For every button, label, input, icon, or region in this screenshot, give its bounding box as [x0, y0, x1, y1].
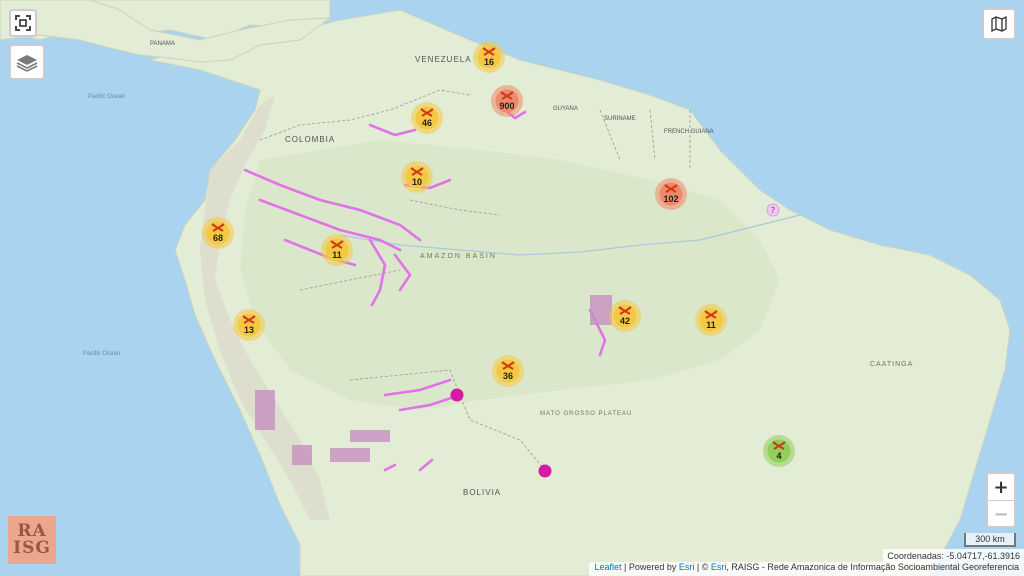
zoom-out-button[interactable]: − [988, 501, 1014, 527]
attribution-text: , RAISG - Rede Amazonica de Informação S… [726, 562, 1019, 572]
cluster-marker[interactable]: 11 [321, 234, 353, 266]
country-label-panama: PANAMA [150, 41, 175, 47]
attribution-sep: | © [694, 562, 711, 572]
zoom-control: + − [986, 472, 1016, 528]
cluster-count: 46 [422, 118, 432, 128]
cluster-count: 42 [620, 316, 630, 326]
ocean-label-pacific: Pacific Ocean [88, 94, 125, 100]
country-label-colombia: COLOMBIA [285, 135, 335, 144]
cluster-count: 68 [213, 233, 223, 243]
attribution-sep: | Powered by [621, 562, 679, 572]
unknown-marker[interactable]: ? [766, 203, 780, 217]
basemap-button[interactable] [982, 8, 1016, 40]
logo-line2: ISG [13, 538, 51, 558]
location-dot[interactable] [450, 388, 464, 402]
cluster-count: 16 [484, 57, 494, 67]
cluster-count: 10 [412, 177, 422, 187]
esri-link[interactable]: Esri [679, 562, 695, 572]
raisg-logo: RA ISG [8, 516, 56, 564]
esri-link-2[interactable]: Esri [711, 562, 727, 572]
attribution-bar: Leaflet | Powered by Esri | © Esri, RAIS… [589, 562, 1024, 576]
fullscreen-button[interactable] [9, 9, 37, 37]
cluster-marker[interactable]: 4 [763, 435, 795, 467]
country-label-suriname: SURINAME [604, 116, 636, 122]
cluster-count: 900 [499, 101, 514, 111]
cluster-count: 11 [706, 320, 716, 330]
layers-icon [16, 55, 38, 72]
cluster-count: 102 [663, 194, 678, 204]
zoom-in-button[interactable]: + [988, 474, 1014, 501]
cluster-marker[interactable]: 42 [609, 300, 641, 332]
cluster-marker[interactable]: 13 [233, 309, 265, 341]
cluster-count: 13 [244, 325, 254, 335]
layers-button[interactable] [9, 44, 45, 80]
map-canvas[interactable]: VENEZUELA COLOMBIA GUYANA SURINAME FRENC… [0, 0, 1024, 576]
cluster-marker[interactable]: 900 [491, 85, 523, 117]
cluster-marker[interactable]: 10 [401, 161, 433, 193]
cluster-marker[interactable]: 68 [202, 217, 234, 249]
cluster-count: 4 [776, 451, 781, 461]
feature-label-amazon-basin: AMAZON BASIN [420, 253, 497, 260]
ocean-label-pacific: Pacific Ocean [83, 351, 120, 357]
feature-label-caatinga: CAATINGA [870, 361, 913, 368]
country-label-bolivia: BOLIVIA [463, 488, 501, 497]
feature-label-mato-grosso: MATO GROSSO PLATEAU [540, 411, 632, 417]
cluster-marker[interactable]: 36 [492, 355, 524, 387]
coordinates-readout: Coordenadas: -5.04717,-61.3916 [883, 549, 1024, 563]
fullscreen-icon [15, 15, 31, 31]
map-icon [991, 15, 1007, 33]
cluster-count: 11 [332, 250, 342, 260]
cluster-count: 36 [503, 371, 513, 381]
country-label-guyana: GUYANA [553, 106, 578, 112]
country-label-french-guiana: FRENCH GUIANA [664, 129, 714, 135]
scale-bar: 300 km [964, 533, 1016, 547]
cluster-marker[interactable]: 16 [473, 41, 505, 73]
cluster-marker[interactable]: 46 [411, 102, 443, 134]
location-dot[interactable] [538, 464, 552, 478]
cluster-marker[interactable]: 102 [655, 178, 687, 210]
cluster-marker[interactable]: 11 [695, 304, 727, 336]
country-label-venezuela: VENEZUELA [415, 55, 472, 64]
leaflet-link[interactable]: Leaflet [594, 562, 621, 572]
svg-text:?: ? [771, 206, 775, 215]
